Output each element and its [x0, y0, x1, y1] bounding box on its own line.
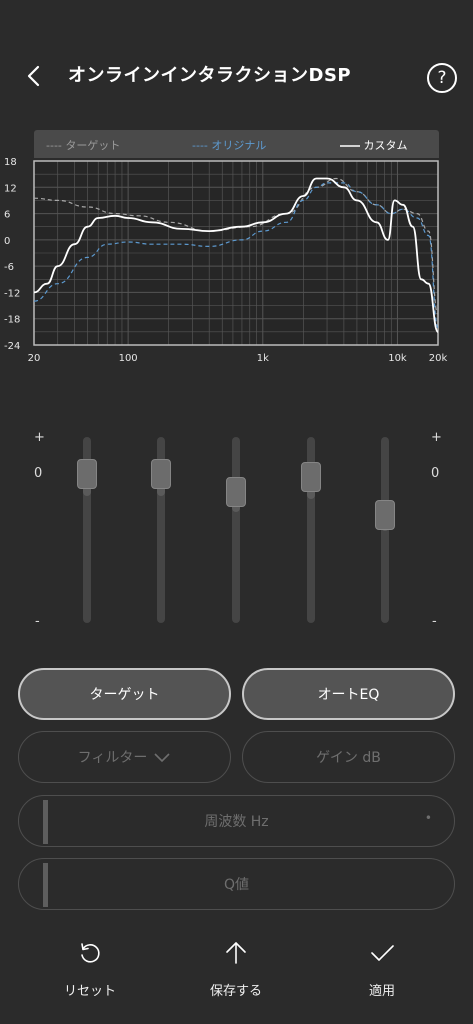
- gain-field[interactable]: ゲイン dB: [242, 731, 455, 783]
- q-slider-handle[interactable]: [43, 863, 48, 907]
- eq-minus-right: -: [432, 614, 437, 629]
- save-button[interactable]: 保存する: [191, 940, 281, 999]
- eq-slider-knob-3[interactable]: [226, 477, 246, 508]
- apply-button[interactable]: 適用: [337, 940, 427, 999]
- auto-eq-button[interactable]: オートEQ: [242, 668, 455, 720]
- frequency-response-chart: 18 12 6 0 -6 -12 -18 -24 20 100 1k 10k 20k: [4, 157, 448, 364]
- reset-button[interactable]: リセット: [45, 940, 135, 999]
- chevron-left-icon: [27, 65, 40, 87]
- eq-slider-knob-2[interactable]: [151, 458, 171, 489]
- eq-slider-knob-5[interactable]: [375, 499, 395, 530]
- chart-xtick-label: 10k: [388, 353, 407, 364]
- chart-ytick-label: -24: [4, 341, 20, 352]
- chart-xtick-label: 20k: [429, 353, 448, 364]
- chart-ytick-label: 12: [4, 183, 17, 194]
- frequency-field[interactable]: 周波数 Hz •: [18, 795, 455, 847]
- frequency-label: 周波数 Hz: [204, 814, 269, 830]
- q-field[interactable]: Q値: [18, 858, 455, 910]
- chart-ytick-label: 0: [4, 236, 10, 247]
- checkmark-icon: [371, 945, 394, 961]
- chart-ytick-label: -6: [4, 262, 14, 273]
- frequency-slider-handle[interactable]: [43, 800, 48, 844]
- chevron-down-icon: [154, 753, 170, 763]
- reset-label: リセット: [63, 984, 116, 999]
- arrow-up-icon: [226, 942, 246, 964]
- q-label: Q値: [223, 877, 250, 893]
- chart-xtick-label: 1k: [257, 353, 269, 364]
- apply-label: 適用: [368, 984, 395, 999]
- filter-dropdown[interactable]: フィルター: [18, 731, 231, 783]
- page-title: オンラインインタラクションDSP: [68, 65, 352, 86]
- reset-icon: [81, 943, 100, 963]
- filter-label: フィルター: [77, 750, 148, 766]
- eq-slider-track-3[interactable]: [232, 437, 240, 623]
- chart-xtick-label: 20: [28, 353, 41, 364]
- frequency-indicator-dot: •: [424, 811, 432, 825]
- chart-ytick-label: -12: [4, 288, 20, 299]
- eq-minus-left: -: [35, 614, 40, 629]
- eq-slider-knob-1[interactable]: [77, 458, 97, 489]
- save-label: 保存する: [209, 984, 262, 999]
- chart-ytick-label: 6: [4, 210, 10, 221]
- eq-zero-right: 0: [431, 466, 440, 481]
- chart-ytick-label: -18: [4, 315, 20, 326]
- back-button[interactable]: [20, 62, 48, 90]
- eq-slider-track-5[interactable]: [381, 437, 389, 623]
- chart-xtick-label: 100: [119, 353, 138, 364]
- target-button[interactable]: ターゲット: [18, 668, 231, 720]
- eq-plus-left: +: [34, 430, 45, 445]
- help-icon[interactable]: ?: [427, 63, 457, 93]
- eq-slider-knob-4[interactable]: [301, 462, 321, 493]
- eq-plus-right: +: [431, 430, 442, 445]
- eq-zero-left: 0: [34, 466, 43, 481]
- chart-ytick-label: 18: [4, 157, 17, 168]
